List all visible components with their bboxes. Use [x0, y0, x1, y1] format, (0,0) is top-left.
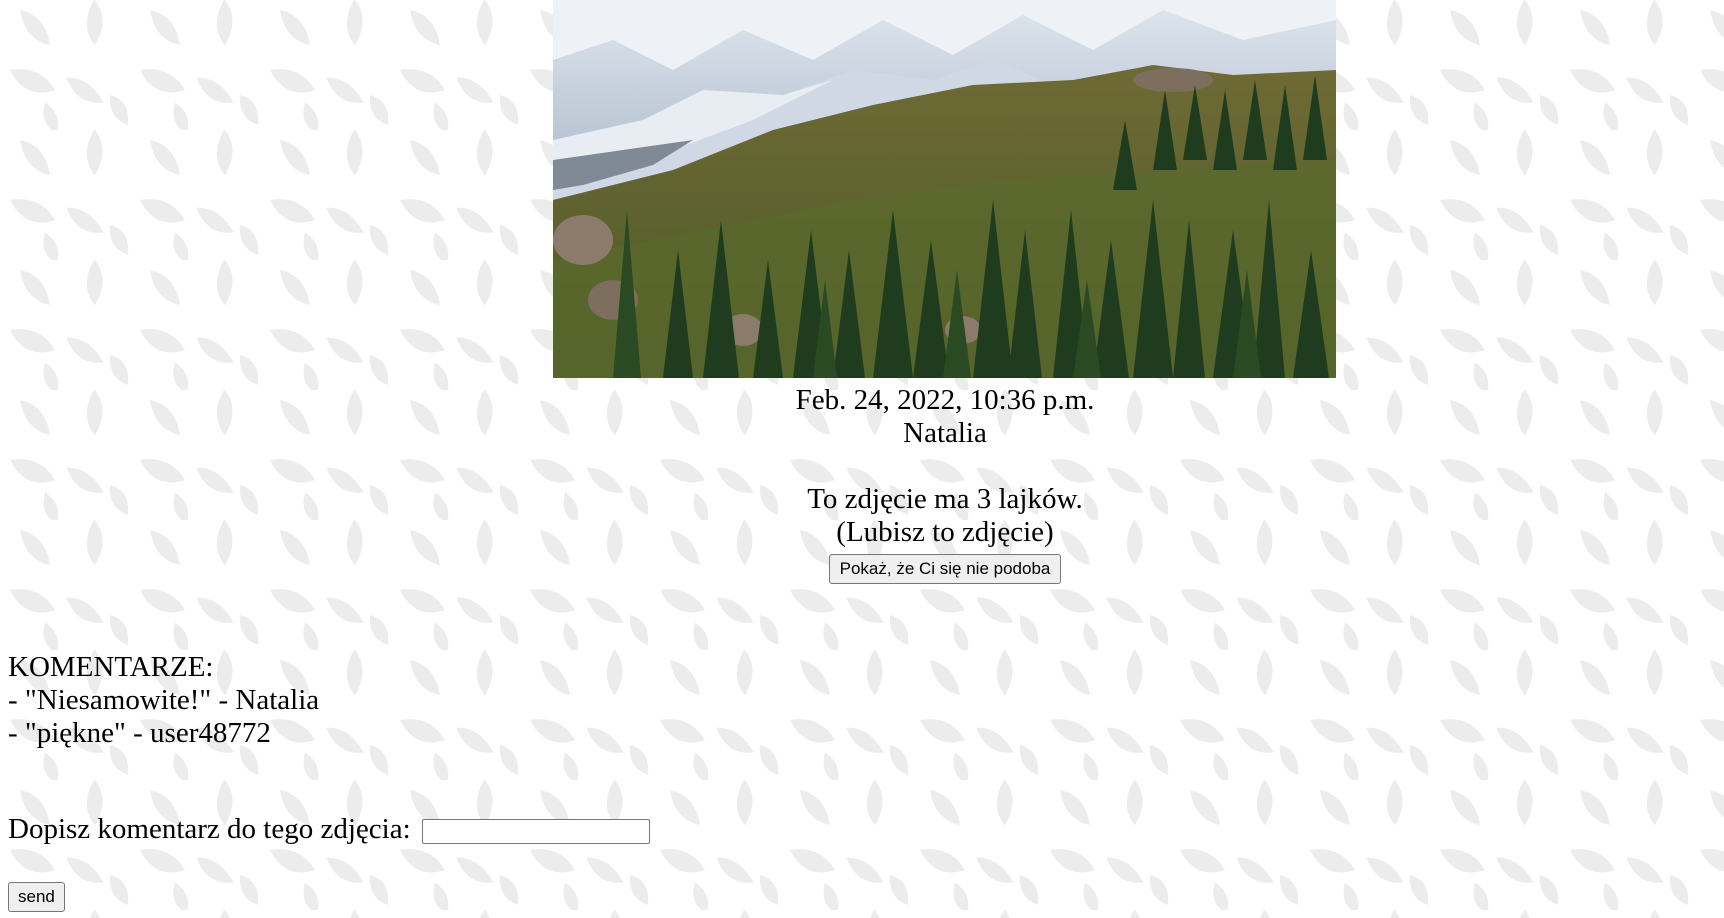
- post-date: Feb. 24, 2022, 10:36 p.m.: [795, 384, 1095, 416]
- comments-section: KOMENTARZE: - "Niesamowite!" - Natalia -…: [8, 651, 319, 750]
- post-photo: [553, 0, 1336, 378]
- comment-input[interactable]: [421, 818, 650, 844]
- send-button[interactable]: send: [8, 882, 65, 912]
- likes-count: To zdjęcie ma 3 lajków.: [807, 483, 1083, 515]
- dislike-button[interactable]: Pokaż, że Ci się nie podoba: [828, 554, 1062, 584]
- comment-item: - "piękne" - user48772: [8, 717, 271, 749]
- add-comment-row: Dopisz komentarz do tego zdjęcia:: [8, 811, 650, 847]
- add-comment-label: Dopisz komentarz do tego zdjęcia:: [8, 813, 411, 845]
- comments-heading: KOMENTARZE:: [8, 651, 214, 683]
- liked-status: (Lubisz to zdjęcie): [836, 516, 1054, 548]
- post-info: Feb. 24, 2022, 10:36 p.m. Natalia To zdj…: [0, 384, 1724, 584]
- comment-item: - "Niesamowite!" - Natalia: [8, 684, 320, 716]
- post-author: Natalia: [903, 417, 987, 449]
